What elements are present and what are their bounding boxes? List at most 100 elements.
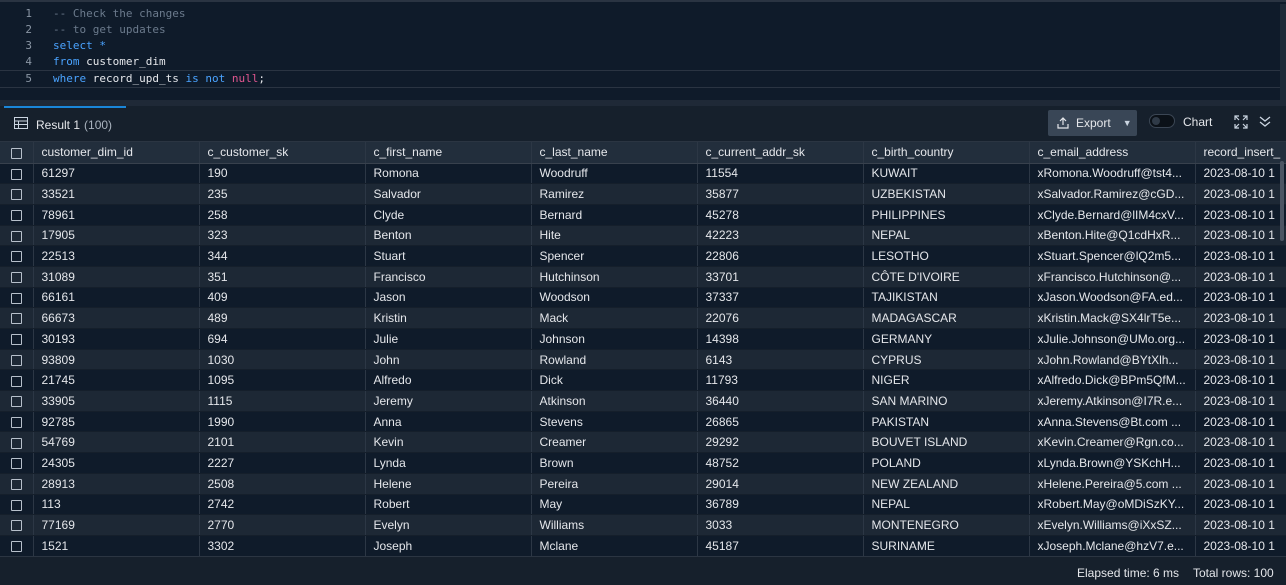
table-row[interactable]: 66673 489 Kristin Mack 22076 MADAGASCAR xKrist…	[0, 307, 1286, 329]
table-cell[interactable]: 113	[33, 494, 200, 516]
row-checkbox[interactable]	[0, 204, 34, 226]
table-cell[interactable]: 48752	[697, 452, 864, 474]
export-button[interactable]: Export ▼	[1048, 110, 1137, 136]
table-cell[interactable]: 36440	[697, 390, 864, 412]
table-cell[interactable]: xJulie.Johnson@UMo.org...	[1029, 328, 1196, 350]
table-cell[interactable]: NIGER	[863, 369, 1030, 392]
column-header[interactable]: c_current_addr_sk	[697, 142, 864, 164]
table-cell[interactable]: 37337	[697, 287, 864, 309]
table-cell[interactable]: xRobert.May@oMDiSzKY...	[1029, 494, 1196, 516]
table-cell[interactable]: Creamer	[531, 431, 698, 454]
table-cell[interactable]: May	[531, 494, 698, 516]
table-row[interactable]: 54769 2101 Kevin Creamer 29292 BOUVET ISLAND x…	[0, 431, 1286, 454]
table-cell[interactable]: 258	[199, 204, 366, 226]
table-cell[interactable]: SURINAME	[863, 535, 1030, 556]
table-cell[interactable]: Mack	[531, 307, 698, 329]
table-cell[interactable]: 45278	[697, 204, 864, 226]
table-cell[interactable]: 30193	[33, 328, 200, 350]
table-cell[interactable]: Brown	[531, 452, 698, 474]
table-cell[interactable]: Joseph	[365, 535, 532, 556]
editor-line[interactable]: 3 select *	[0, 38, 1280, 54]
table-cell[interactable]: 11793	[697, 369, 864, 392]
table-cell[interactable]: 14398	[697, 328, 864, 350]
table-cell[interactable]: 3302	[199, 535, 366, 556]
table-cell[interactable]: TAJIKISTAN	[863, 287, 1030, 309]
table-cell[interactable]: 42223	[697, 225, 864, 247]
table-cell[interactable]: 2023-08-10 1	[1195, 183, 1286, 205]
table-cell[interactable]: Johnson	[531, 328, 698, 350]
table-cell[interactable]: CYPRUS	[863, 349, 1030, 371]
row-checkbox[interactable]	[0, 494, 34, 516]
table-cell[interactable]: Julie	[365, 328, 532, 350]
table-row[interactable]: 78961 258 Clyde Bernard 45278 PHILIPPINES xCly…	[0, 204, 1286, 226]
table-row[interactable]: 33521 235 Salvador Ramirez 35877 UZBEKISTAN xS…	[0, 183, 1286, 205]
row-checkbox[interactable]	[0, 369, 34, 392]
table-cell[interactable]: NEPAL	[863, 494, 1030, 516]
table-cell[interactable]: Anna	[365, 411, 532, 433]
table-cell[interactable]: xAlfredo.Dick@BPm5QfM...	[1029, 369, 1196, 392]
table-cell[interactable]: 54769	[33, 431, 200, 454]
table-cell[interactable]: 2023-08-10 1	[1195, 349, 1286, 371]
table-cell[interactable]: 29014	[697, 473, 864, 495]
row-checkbox[interactable]	[0, 514, 34, 536]
table-cell[interactable]: MONTENEGRO	[863, 514, 1030, 536]
table-cell[interactable]: xJohn.Rowland@BYtXlh...	[1029, 349, 1196, 371]
table-cell[interactable]: Pereira	[531, 473, 698, 495]
table-cell[interactable]: 92785	[33, 411, 200, 433]
row-checkbox[interactable]	[0, 411, 34, 433]
table-cell[interactable]: Woodruff	[531, 163, 698, 185]
table-cell[interactable]: John	[365, 349, 532, 371]
table-cell[interactable]: Rowland	[531, 349, 698, 371]
table-cell[interactable]: LESOTHO	[863, 245, 1030, 267]
column-header[interactable]: c_birth_country	[863, 142, 1030, 164]
table-cell[interactable]: 2770	[199, 514, 366, 536]
expand-icon[interactable]	[1234, 115, 1250, 131]
table-cell[interactable]: 2023-08-10 1	[1195, 225, 1286, 247]
column-header[interactable]: c_customer_sk	[199, 142, 366, 164]
table-row[interactable]: 33905 1115 Jeremy Atkinson 36440 SAN MARINO xJ…	[0, 390, 1286, 412]
table-cell[interactable]: Jeremy	[365, 390, 532, 412]
table-cell[interactable]: 2023-08-10 1	[1195, 390, 1286, 412]
table-row[interactable]: 93809 1030 John Rowland 6143 CYPRUS xJohn.Rowl…	[0, 349, 1286, 371]
table-row[interactable]: 77169 2770 Evelyn Williams 3033 MONTENEGRO xEv…	[0, 514, 1286, 536]
table-cell[interactable]: 6143	[697, 349, 864, 371]
table-cell[interactable]: 33701	[697, 266, 864, 288]
table-row[interactable]: 30193 694 Julie Johnson 14398 GERMANY xJulie.J…	[0, 328, 1286, 350]
table-cell[interactable]: 17905	[33, 225, 200, 247]
table-cell[interactable]: 21745	[33, 369, 200, 392]
table-cell[interactable]: xKevin.Creamer@Rgn.co...	[1029, 431, 1196, 454]
table-cell[interactable]: KUWAIT	[863, 163, 1030, 185]
table-cell[interactable]: Alfredo	[365, 369, 532, 392]
table-cell[interactable]: Kristin	[365, 307, 532, 329]
table-cell[interactable]: 26865	[697, 411, 864, 433]
table-row[interactable]: 61297 190 Romona Woodruff 11554 KUWAIT xRomona…	[0, 163, 1286, 185]
table-cell[interactable]: xClyde.Bernard@lIM4cxV...	[1029, 204, 1196, 226]
table-cell[interactable]: Williams	[531, 514, 698, 536]
table-cell[interactable]: Romona	[365, 163, 532, 185]
column-header[interactable]: c_email_address	[1029, 142, 1196, 164]
row-checkbox[interactable]	[0, 225, 34, 247]
collapse-chevron-icon[interactable]	[1258, 115, 1274, 131]
table-cell[interactable]: xJeremy.Atkinson@I7R.e...	[1029, 390, 1196, 412]
table-cell[interactable]: 235	[199, 183, 366, 205]
table-cell[interactable]: Dick	[531, 369, 698, 392]
table-cell[interactable]: 694	[199, 328, 366, 350]
table-row[interactable]: 66161 409 Jason Woodson 37337 TAJIKISTAN xJaso…	[0, 287, 1286, 309]
table-cell[interactable]: Salvador	[365, 183, 532, 205]
table-cell[interactable]: 2023-08-10 1	[1195, 369, 1286, 392]
table-cell[interactable]: 33521	[33, 183, 200, 205]
column-header[interactable]: c_last_name	[531, 142, 698, 164]
table-cell[interactable]: xKristin.Mack@SX4lrT5e...	[1029, 307, 1196, 329]
table-cell[interactable]: xJason.Woodson@FA.ed...	[1029, 287, 1196, 309]
row-checkbox[interactable]	[0, 183, 34, 205]
table-cell[interactable]: UZBEKISTAN	[863, 183, 1030, 205]
table-cell[interactable]: Kevin	[365, 431, 532, 454]
row-checkbox[interactable]	[0, 390, 34, 412]
table-cell[interactable]: MADAGASCAR	[863, 307, 1030, 329]
table-cell[interactable]: Clyde	[365, 204, 532, 226]
table-row[interactable]: 31089 351 Francisco Hutchinson 33701 CÔTE D'I…	[0, 266, 1286, 288]
editor-line[interactable]: 2 -- to get updates	[0, 22, 1280, 38]
table-cell[interactable]: PAKISTAN	[863, 411, 1030, 433]
column-header[interactable]: c_first_name	[365, 142, 532, 164]
table-cell[interactable]: 29292	[697, 431, 864, 454]
